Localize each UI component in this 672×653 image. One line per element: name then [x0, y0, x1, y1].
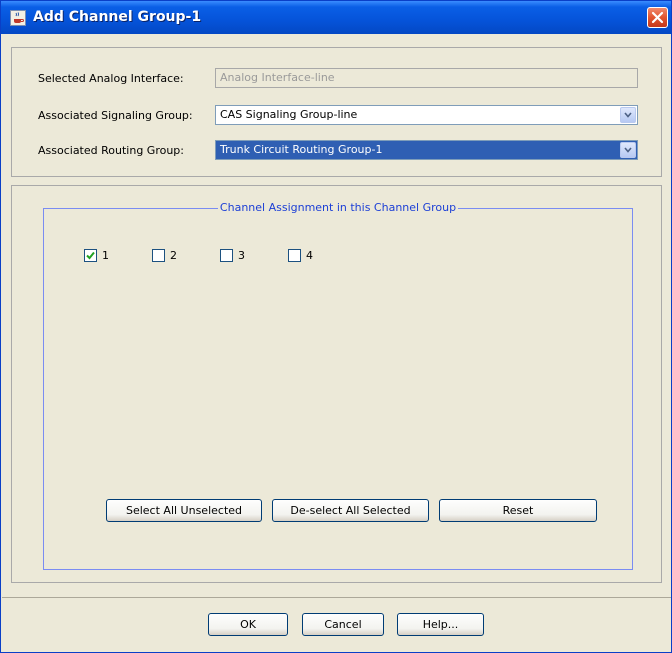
channel-3-checkbox[interactable] [220, 249, 233, 262]
footer-separator [2, 597, 671, 598]
help-button[interactable]: Help... [397, 613, 484, 636]
analog-interface-label: Selected Analog Interface: [38, 72, 184, 85]
channel-assignment-title: Channel Assignment in this Channel Group [217, 201, 459, 214]
routing-group-label: Associated Routing Group: [38, 144, 184, 157]
chevron-down-icon [624, 147, 632, 153]
signaling-group-select[interactable]: CAS Signaling Group-line [215, 105, 638, 125]
channel-assignment-title-row: Channel Assignment in this Channel Group [44, 201, 632, 214]
ok-button[interactable]: OK [208, 613, 288, 636]
routing-group-value: Trunk Circuit Routing Group-1 [220, 143, 383, 156]
routing-group-dropdown-button[interactable] [620, 142, 636, 158]
channel-4-label: 4 [306, 249, 313, 262]
cancel-button[interactable]: Cancel [302, 613, 384, 636]
channel-2-label: 2 [170, 249, 177, 262]
channel-1-checkbox[interactable] [84, 249, 97, 262]
title-bar[interactable]: Add Channel Group-1 [1, 1, 671, 34]
signaling-group-label: Associated Signaling Group: [38, 109, 193, 122]
analog-interface-field: Analog Interface-line [215, 68, 638, 88]
channel-2-checkbox[interactable] [152, 249, 165, 262]
signaling-group-value: CAS Signaling Group-line [220, 108, 358, 121]
java-coffee-icon [10, 10, 26, 26]
channel-4-checkbox[interactable] [288, 249, 301, 262]
signaling-group-dropdown-button[interactable] [620, 107, 636, 123]
chevron-down-icon [624, 112, 632, 118]
reset-button[interactable]: Reset [439, 499, 597, 522]
channel-1-label: 1 [102, 249, 109, 262]
checkmark-icon [86, 251, 95, 260]
select-all-unselected-button[interactable]: Select All Unselected [106, 499, 262, 522]
window-title: Add Channel Group-1 [33, 9, 202, 25]
close-icon [651, 11, 664, 24]
close-button[interactable] [647, 7, 668, 28]
routing-group-select[interactable]: Trunk Circuit Routing Group-1 [215, 140, 638, 160]
dialog-window: Add Channel Group-1 Selected Analog Inte… [0, 0, 672, 653]
channel-3-label: 3 [238, 249, 245, 262]
deselect-all-selected-button[interactable]: De-select All Selected [272, 499, 429, 522]
